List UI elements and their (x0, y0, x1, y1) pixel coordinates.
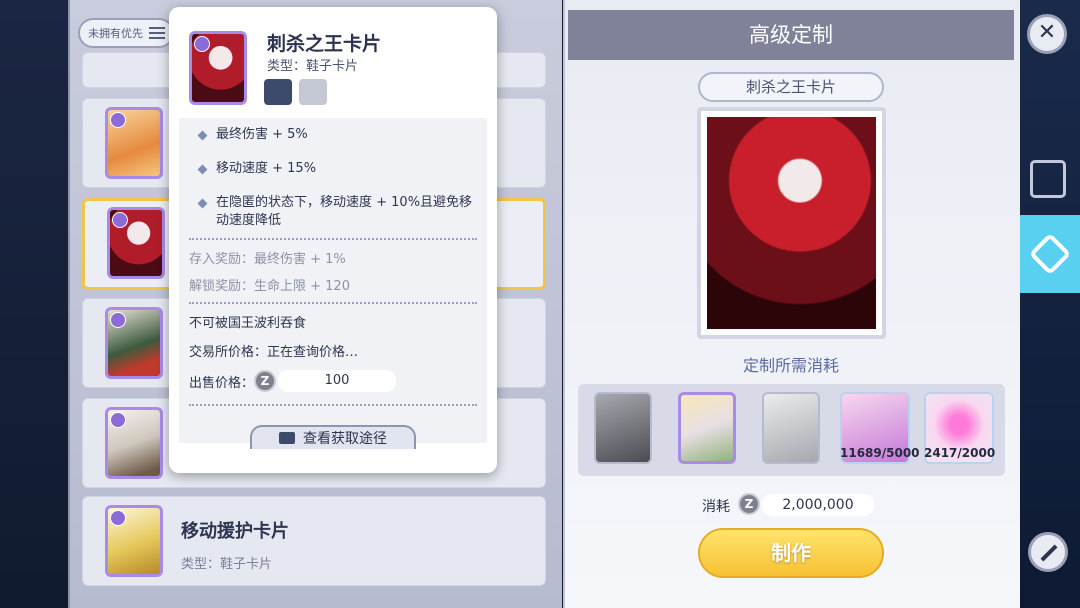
bullet-icon (197, 164, 208, 175)
search-list-icon (279, 432, 295, 444)
card-thumbnail (105, 307, 163, 379)
card-badge-icon (110, 412, 126, 428)
material-slot[interactable] (594, 392, 652, 464)
craft-tab-icon (1028, 232, 1072, 276)
popup-type: 类型：鞋子卡片 (267, 59, 359, 74)
card-badge-icon (112, 212, 128, 228)
material-slot[interactable] (762, 392, 820, 464)
unlock-reward: 解锁奖励：生命上限 + 120 (189, 279, 350, 294)
market-price: 交易所价格：正在查询价格… (189, 345, 359, 360)
note-text: 不可被国王波利吞食 (189, 316, 307, 331)
material-slot[interactable] (678, 392, 736, 464)
effect-item: 移动速度 + 15% (189, 160, 477, 178)
magic-wand-icon[interactable] (1028, 532, 1068, 572)
deposit-reward: 存入奖励：最终伤害 + 1% (189, 252, 346, 267)
cost-value: 2,000,000 (762, 494, 874, 516)
card-badge-icon (194, 36, 210, 52)
cost-title: 定制所需消耗 (742, 356, 839, 375)
card-detail-popup: 刺杀之王卡片 类型：鞋子卡片 最终伤害 + 5% 移动速度 + 15% 在隐匿的… (169, 7, 497, 473)
card-badge-icon (110, 112, 126, 128)
popup-body: 最终伤害 + 5% 移动速度 + 15% 在隐匿的状态下，移动速度 + 10%且… (179, 118, 487, 443)
effect-item: 最终伤害 + 5% (189, 126, 477, 144)
card-art-image (707, 117, 876, 329)
card-badge-icon (110, 312, 126, 328)
material-count: 11689/5000 (840, 446, 920, 460)
divider (189, 302, 477, 304)
left-background (0, 0, 68, 608)
card-thumbnail (107, 207, 165, 279)
zeny-coin-icon: Z (254, 370, 277, 392)
card-type: 类型：鞋子卡片 (181, 557, 273, 572)
side-strip (1020, 0, 1080, 608)
popup-title: 刺杀之王卡片 (267, 33, 382, 55)
material-count: 2417/2000 (924, 446, 996, 460)
card-thumbnail (105, 107, 163, 179)
view-source-button[interactable]: 查看获取途径 (250, 425, 416, 449)
sort-label: 未拥有优先 (88, 27, 143, 40)
card-detail-icon[interactable] (264, 79, 292, 105)
card-thumbnail (105, 505, 163, 577)
list-icon (149, 27, 165, 39)
zeny-coin-icon: Z (738, 493, 760, 515)
craft-header: 高级定制 (568, 10, 1014, 60)
divider (189, 404, 477, 406)
divider (189, 238, 477, 240)
craft-tab-active[interactable] (1020, 215, 1080, 293)
sell-price-row: 出售价格： Z 100 (189, 370, 477, 392)
bullet-icon (197, 130, 208, 141)
sort-button[interactable]: 未拥有优先 (78, 18, 174, 48)
card-slot-icon[interactable] (299, 79, 327, 105)
list-item[interactable]: 移动援护卡片 类型：鞋子卡片 (82, 496, 546, 586)
card-badge-icon (110, 510, 126, 526)
sell-label: 出售价格： (189, 375, 255, 391)
card-name: 移动援护卡片 (181, 521, 289, 542)
effect-item: 在隐匿的状态下，移动速度 + 10%且避免移动速度降低 (189, 194, 477, 230)
card-thumbnail (105, 407, 163, 479)
close-button[interactable]: ✕ (1027, 14, 1067, 54)
card-book-tab-icon[interactable] (1030, 160, 1066, 198)
craft-card-name: 刺杀之王卡片 (698, 72, 884, 102)
card-artwork (697, 107, 886, 339)
popup-card-thumbnail (189, 31, 247, 105)
sell-value: 100 (278, 370, 397, 392)
bullet-icon (197, 198, 208, 209)
make-button[interactable]: 制作 (698, 528, 884, 578)
cost-label: 消耗 (702, 499, 730, 515)
